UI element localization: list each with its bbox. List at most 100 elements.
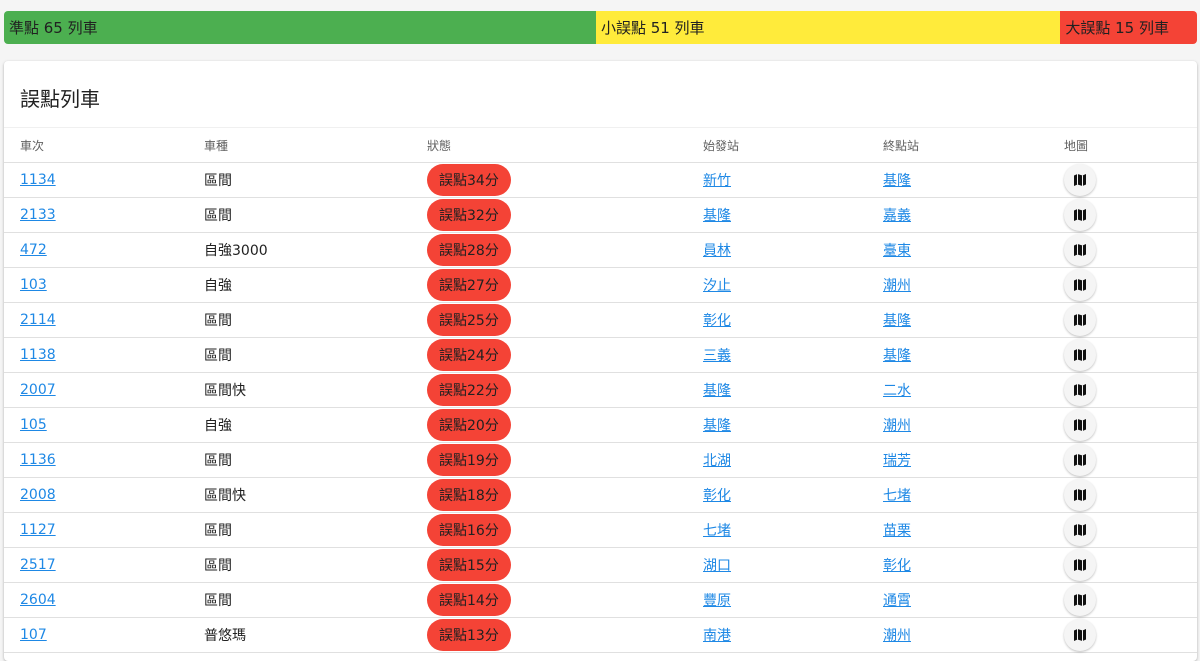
map-button[interactable]	[1064, 374, 1096, 406]
destination-station-link[interactable]: 瑞芳	[883, 453, 911, 469]
map-icon	[1074, 174, 1086, 186]
origin-station-link[interactable]: 基隆	[703, 383, 731, 399]
origin-station-link[interactable]: 三義	[703, 348, 731, 364]
delay-status-chip: 誤點14分	[427, 584, 511, 616]
table-row: 107 普悠瑪 誤點13分 南港 潮州	[4, 617, 1197, 653]
train-number-link[interactable]: 1134	[20, 172, 56, 188]
delay-status-chip: 誤點13分	[427, 619, 511, 651]
train-number-link[interactable]: 1138	[20, 347, 56, 363]
delayed-trains-table: 車次 車種 狀態 始發站 終點站 地圖 1134 區間 誤點34分 新竹 基隆 2133 區…	[4, 127, 1197, 653]
train-number-link[interactable]: 472	[20, 242, 47, 258]
header-train-type[interactable]: 車種	[204, 127, 427, 163]
table-row: 1138 區間 誤點24分 三義 基隆	[4, 337, 1197, 373]
destination-station-link[interactable]: 彰化	[883, 558, 911, 574]
map-icon	[1074, 559, 1086, 571]
map-button[interactable]	[1064, 269, 1096, 301]
train-number-link[interactable]: 1127	[20, 522, 56, 538]
map-icon	[1074, 314, 1086, 326]
destination-station-link[interactable]: 臺東	[883, 243, 911, 259]
map-icon	[1074, 384, 1086, 396]
train-type-cell: 區間	[204, 302, 427, 338]
origin-station-link[interactable]: 新竹	[703, 173, 731, 189]
destination-station-link[interactable]: 基隆	[883, 313, 911, 329]
delayed-trains-card: 誤點列車 車次 車種 狀態 始發站 終點站 地圖 1134 區間 誤點34分 新竹 基隆…	[4, 61, 1197, 661]
origin-station-link[interactable]: 彰化	[703, 313, 731, 329]
train-number-link[interactable]: 2008	[20, 487, 56, 503]
train-number-link[interactable]: 2517	[20, 557, 56, 573]
map-button[interactable]	[1064, 234, 1096, 266]
map-button[interactable]	[1064, 584, 1096, 616]
table-row: 1127 區間 誤點16分 七堵 苗栗	[4, 512, 1197, 548]
header-origin[interactable]: 始發站	[703, 127, 883, 163]
header-train-no[interactable]: 車次	[4, 127, 204, 163]
on-time-segment: 準點 65 列車	[4, 11, 596, 44]
map-icon	[1074, 209, 1086, 221]
table-row: 2007 區間快 誤點22分 基隆 二水	[4, 372, 1197, 408]
map-button[interactable]	[1064, 164, 1096, 196]
delay-status-chip: 誤點32分	[427, 199, 511, 231]
map-button[interactable]	[1064, 339, 1096, 371]
card-title: 誤點列車	[20, 87, 100, 111]
map-button[interactable]	[1064, 304, 1096, 336]
origin-station-link[interactable]: 汐止	[703, 278, 731, 294]
train-number-link[interactable]: 103	[20, 277, 47, 293]
punctuality-summary-bar: 準點 65 列車 小誤點 51 列車 大誤點 15 列車	[4, 11, 1197, 44]
map-icon	[1074, 524, 1086, 536]
destination-station-link[interactable]: 嘉義	[883, 208, 911, 224]
origin-station-link[interactable]: 基隆	[703, 208, 731, 224]
destination-station-link[interactable]: 潮州	[883, 628, 911, 644]
train-type-cell: 區間	[204, 582, 427, 618]
origin-station-link[interactable]: 北湖	[703, 453, 731, 469]
train-number-link[interactable]: 2133	[20, 207, 56, 223]
train-number-link[interactable]: 1136	[20, 452, 56, 468]
destination-station-link[interactable]: 潮州	[883, 278, 911, 294]
destination-station-link[interactable]: 苗栗	[883, 523, 911, 539]
map-button[interactable]	[1064, 549, 1096, 581]
map-button[interactable]	[1064, 444, 1096, 476]
destination-station-link[interactable]: 基隆	[883, 173, 911, 189]
map-button[interactable]	[1064, 514, 1096, 546]
destination-station-link[interactable]: 七堵	[883, 488, 911, 504]
destination-station-link[interactable]: 二水	[883, 383, 911, 399]
train-type-cell: 區間	[204, 512, 427, 548]
map-button[interactable]	[1064, 479, 1096, 511]
table-header-row: 車次 車種 狀態 始發站 終點站 地圖	[4, 127, 1197, 163]
table-row: 105 自強 誤點20分 基隆 潮州	[4, 407, 1197, 443]
origin-station-link[interactable]: 豐原	[703, 593, 731, 609]
header-status[interactable]: 狀態	[427, 127, 703, 163]
origin-station-link[interactable]: 員林	[703, 243, 731, 259]
table-row: 2008 區間快 誤點18分 彰化 七堵	[4, 477, 1197, 513]
map-button[interactable]	[1064, 199, 1096, 231]
table-row: 2604 區間 誤點14分 豐原 通霄	[4, 582, 1197, 618]
destination-station-link[interactable]: 潮州	[883, 418, 911, 434]
minor-delay-segment: 小誤點 51 列車	[595, 11, 1061, 44]
table-row: 472 自強3000 誤點28分 員林 臺東	[4, 232, 1197, 268]
origin-station-link[interactable]: 湖口	[703, 558, 731, 574]
train-number-link[interactable]: 2114	[20, 312, 56, 328]
origin-station-link[interactable]: 基隆	[703, 418, 731, 434]
train-type-cell: 區間	[204, 337, 427, 373]
delay-status-chip: 誤點22分	[427, 374, 511, 406]
table-row: 2133 區間 誤點32分 基隆 嘉義	[4, 197, 1197, 233]
major-delay-segment: 大誤點 15 列車	[1060, 11, 1197, 44]
train-number-link[interactable]: 2604	[20, 592, 56, 608]
train-number-link[interactable]: 105	[20, 417, 47, 433]
table-row: 1136 區間 誤點19分 北湖 瑞芳	[4, 442, 1197, 478]
delay-status-chip: 誤點25分	[427, 304, 511, 336]
origin-station-link[interactable]: 彰化	[703, 488, 731, 504]
map-icon	[1074, 244, 1086, 256]
delay-status-chip: 誤點18分	[427, 479, 511, 511]
origin-station-link[interactable]: 南港	[703, 628, 731, 644]
destination-station-link[interactable]: 基隆	[883, 348, 911, 364]
header-map[interactable]: 地圖	[1064, 127, 1197, 163]
train-number-link[interactable]: 2007	[20, 382, 56, 398]
map-button[interactable]	[1064, 409, 1096, 441]
delay-status-chip: 誤點20分	[427, 409, 511, 441]
delay-status-chip: 誤點27分	[427, 269, 511, 301]
header-destination[interactable]: 終點站	[883, 127, 1064, 163]
map-icon	[1074, 349, 1086, 361]
origin-station-link[interactable]: 七堵	[703, 523, 731, 539]
map-button[interactable]	[1064, 619, 1096, 651]
train-number-link[interactable]: 107	[20, 627, 47, 643]
destination-station-link[interactable]: 通霄	[883, 593, 911, 609]
